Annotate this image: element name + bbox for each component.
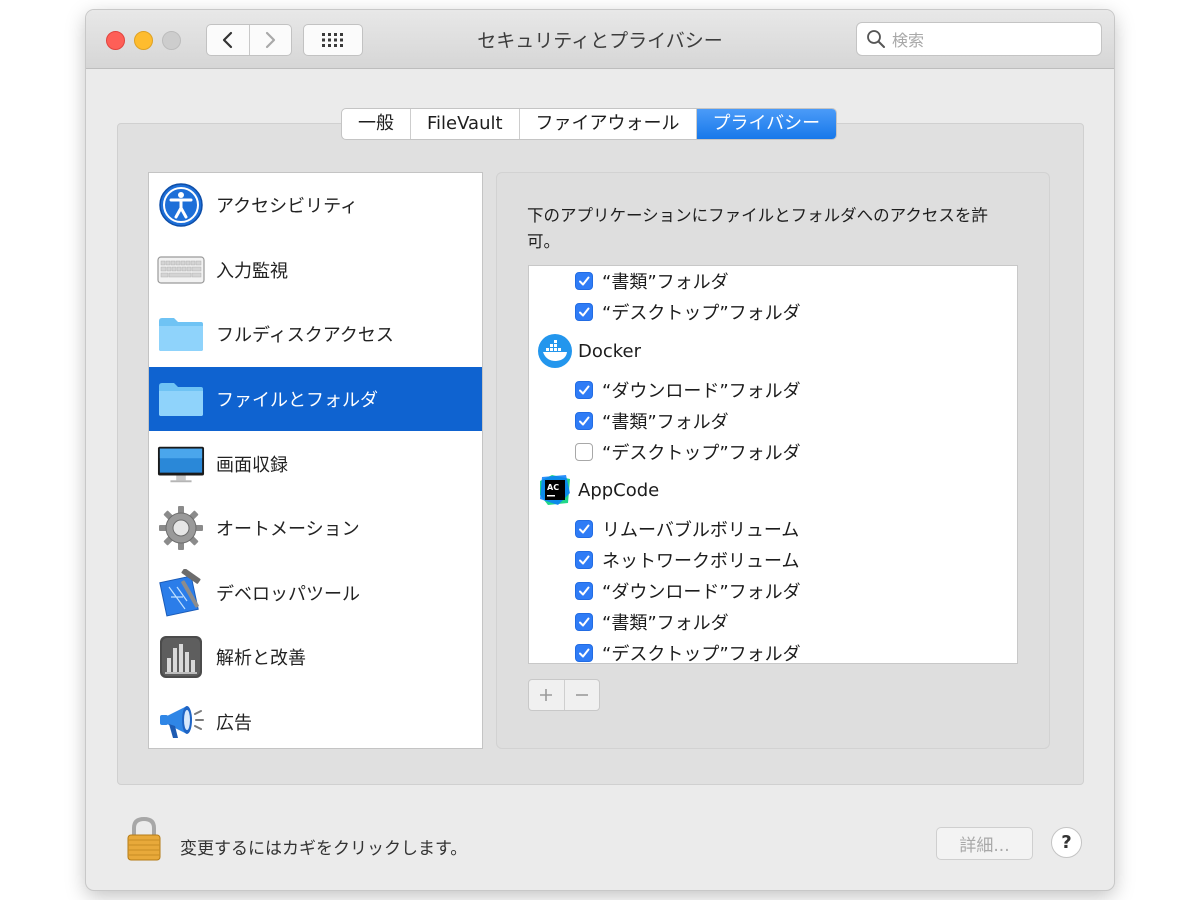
checkbox[interactable] [575,411,593,430]
checkbox[interactable] [575,643,593,662]
checkmark-icon [579,617,590,627]
lock-status-text: 変更するにはカギをクリックします。 [180,839,468,859]
permission-label: ネットワークボリューム [602,551,800,573]
app-row-docker[interactable]: Docker [529,328,1017,375]
minus-icon [575,694,588,696]
permission-label: “デスクトップ”フォルダ [602,303,801,325]
permission-row: “ダウンロード”フォルダ [529,576,1017,607]
gear-icon [157,504,205,552]
sidebar-item-advertising[interactable]: 広告 [149,690,482,755]
lock-button[interactable] [124,816,164,866]
sidebar-item-accessibility[interactable]: アクセシビリティ [149,173,482,238]
sidebar-item-label: アクセシビリティ [216,196,359,218]
sidebar-item-label: オートメーション [216,519,360,541]
window: セキュリティとプライバシー 検索 一般 FileVault ファイアウォール プ… [86,10,1114,890]
checkmark-icon [579,555,590,565]
checkbox[interactable] [575,612,593,631]
app-permission-list[interactable]: “書類”フォルダ “デスクトップ”フォルダ Docker “ダウンロード”フォル… [528,265,1018,664]
sidebar-item-label: 入力監視 [216,260,288,282]
permission-label: “書類”フォルダ [602,272,729,294]
checkmark-icon [579,307,590,317]
permission-row: リムーバブルボリューム [529,514,1017,545]
checkbox[interactable] [575,520,593,539]
permission-label: “書類”フォルダ [602,612,729,634]
sidebar-item-analytics[interactable]: 解析と改善 [149,625,482,690]
checkbox[interactable] [575,303,593,322]
permission-label: “デスクトップ”フォルダ [602,643,801,664]
permission-row: “デスクトップ”フォルダ [529,297,1017,328]
sidebar-item-input-monitoring[interactable]: 入力監視 [149,238,482,303]
sidebar-item-label: 画面収録 [216,454,288,476]
checkmark-icon [579,385,590,395]
analytics-icon [157,633,205,681]
xcode-icon [157,568,205,617]
add-button[interactable] [529,680,564,710]
accessibility-icon [157,181,205,229]
checkbox[interactable] [575,551,593,570]
app-row-appcode[interactable]: AC AppCode [529,467,1017,514]
checkbox[interactable] [575,581,593,600]
lock-icon [127,816,161,861]
sidebar-item-screen-recording[interactable]: 画面収録 [149,431,482,496]
permission-row: “デスクトップ”フォルダ [529,637,1017,664]
permission-label: “デスクトップ”フォルダ [602,442,801,464]
permission-label: “書類”フォルダ [602,411,729,433]
checkmark-icon [579,524,590,534]
title-bar: セキュリティとプライバシー 検索 [86,10,1114,69]
add-remove-buttons [528,679,600,711]
sidebar-item-label: 広告 [216,713,252,735]
checkmark-icon [579,276,590,286]
sidebar-item-label: ファイルとフォルダ [216,390,378,412]
permission-label: “ダウンロード”フォルダ [602,581,801,603]
folder-icon [157,375,205,423]
permission-row: “書類”フォルダ [529,405,1017,436]
sidebar-item-label: デベロッパツール [216,583,360,605]
display-icon [157,440,205,488]
sidebar-item-label: フルディスクアクセス [216,325,394,347]
checkbox[interactable] [575,380,593,399]
checkmark-icon [579,586,590,596]
permission-row: “デスクトップ”フォルダ [529,436,1017,467]
plus-icon [540,689,553,701]
app-name: AppCode [578,479,660,501]
permission-label: “ダウンロード”フォルダ [602,380,801,402]
permission-row: “書類”フォルダ [529,266,1017,297]
tab-bar: 一般 FileVault ファイアウォール プライバシー [341,108,838,140]
search-placeholder: 検索 [892,31,925,50]
tab-privacy[interactable]: プライバシー [695,109,837,139]
permission-row: “書類”フォルダ [529,606,1017,637]
permission-row: ネットワークボリューム [529,545,1017,576]
appcode-icon: AC [536,471,574,509]
sidebar-item-files-and-folders[interactable]: ファイルとフォルダ [149,366,482,432]
checkmark-icon [579,416,590,426]
permission-row: “ダウンロード”フォルダ [529,375,1017,406]
docker-icon [536,332,574,370]
description-text: 下のアプリケーションにファイルとフォルダへのアクセスを許可。 [527,206,988,251]
sidebar-item-developer-tools[interactable]: デベロッパツール [149,561,482,626]
tab-filevault[interactable]: FileVault [410,109,519,139]
checkbox[interactable] [575,272,593,291]
tab-firewall[interactable]: ファイアウォール [518,109,696,139]
sidebar-item-label: 解析と改善 [216,648,306,670]
help-button[interactable]: ? [1051,827,1082,858]
keyboard-icon [157,246,205,294]
svg-text:AC: AC [547,483,559,492]
checkbox[interactable] [575,442,593,461]
permission-label: リムーバブルボリューム [602,520,800,542]
search-field[interactable]: 検索 [856,22,1102,56]
advanced-button[interactable]: 詳細... [936,827,1033,860]
remove-button[interactable] [563,680,600,710]
detail-pane: 下のアプリケーションにファイルとフォルダへのアクセスを許可。 “書類”フォルダ … [496,172,1050,749]
sidebar-item-automation[interactable]: オートメーション [149,496,482,561]
megaphone-icon [157,698,205,746]
tab-general[interactable]: 一般 [342,109,410,139]
app-name: Docker [578,340,642,362]
search-icon [867,30,885,48]
sidebar-item-full-disk-access[interactable]: フルディスクアクセス [149,302,482,367]
checkmark-icon [579,648,590,658]
privacy-category-list: アクセシビリティ 入力監視 フルディスクアクセス ファイルとフォルダ 画面収録 … [148,172,483,749]
folder-icon [157,310,205,358]
